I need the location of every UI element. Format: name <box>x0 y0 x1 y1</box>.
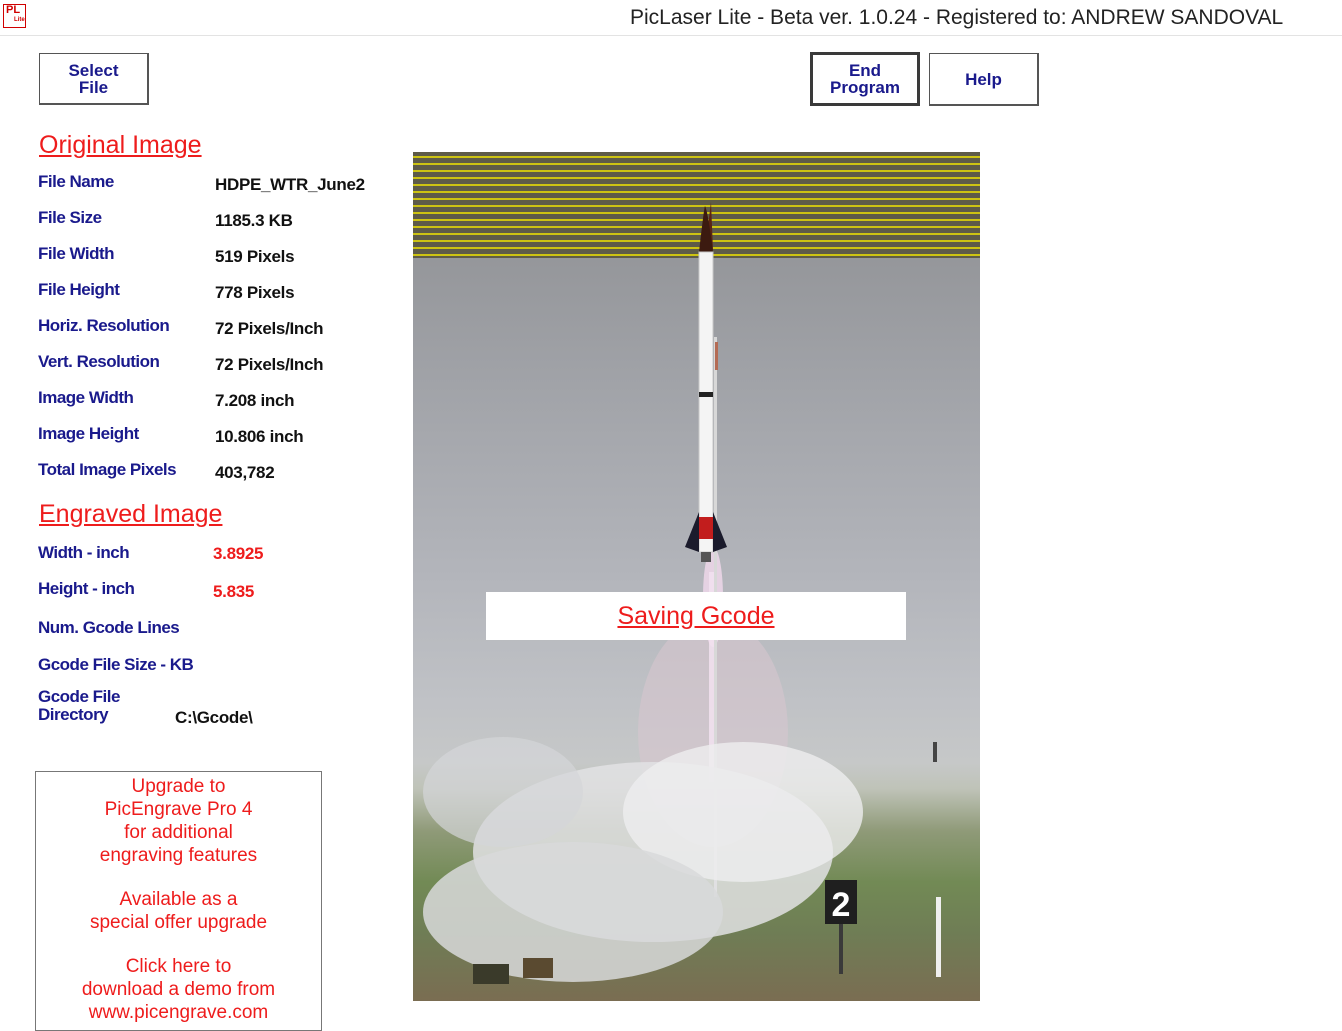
pad-number-sign-text: 2 <box>832 886 851 924</box>
image-preview: 2 <box>413 152 980 1001</box>
engraving-scan-lines <box>413 156 980 256</box>
file-name-value: HDPE_WTR_June2 <box>215 175 365 194</box>
horiz-resolution-value: 72 Pixels/Inch <box>215 319 324 338</box>
upgrade-text: Upgrade to PicEngrave Pro 4 for addition… <box>99 776 258 866</box>
gcode-lines-label: Num. Gcode Lines <box>38 618 180 637</box>
vert-resolution-label: Vert. Resolution <box>38 352 160 371</box>
end-program-button[interactable]: End Program <box>810 52 920 106</box>
saving-gcode-status: Saving Gcode <box>486 592 906 640</box>
file-width-value: 519 Pixels <box>215 247 295 266</box>
app-icon-text: PL <box>6 4 21 16</box>
file-size-label: File Size <box>38 208 102 227</box>
gcode-directory-label-line2: Directory <box>38 705 109 724</box>
scan-area <box>413 152 980 258</box>
special-offer-text: Available as a special offer upgrade <box>89 889 268 933</box>
engraved-width-label: Width - inch <box>38 543 130 562</box>
gcode-directory-value: C:\Gcode\ <box>175 708 253 727</box>
app-icon-subtext: Lite <box>14 17 25 23</box>
total-pixels-label: Total Image Pixels <box>38 460 177 479</box>
help-button[interactable]: Help <box>929 53 1039 106</box>
vert-resolution-value: 72 Pixels/Inch <box>215 355 324 374</box>
title-bar: PL Lite PicLaser Lite - Beta ver. 1.0.24… <box>0 0 1342 36</box>
image-height-label: Image Height <box>38 424 139 443</box>
file-size-value: 1185.3 KB <box>215 211 293 230</box>
rocket-launch-photo: 2 <box>413 152 980 984</box>
upgrade-promo-box[interactable]: Upgrade to PicEngrave Pro 4 for addition… <box>35 771 322 1031</box>
window-title: PicLaser Lite - Beta ver. 1.0.24 - Regis… <box>630 6 1284 29</box>
original-image-heading: Original Image <box>39 131 202 159</box>
file-height-label: File Height <box>38 280 120 299</box>
image-height-value: 10.806 inch <box>215 427 304 446</box>
gcode-directory-label-line1: Gcode File <box>38 687 120 706</box>
file-name-label: File Name <box>38 172 114 191</box>
engraved-width-value: 3.8925 <box>213 544 264 563</box>
horiz-resolution-label: Horiz. Resolution <box>38 316 170 335</box>
file-height-value: 778 Pixels <box>215 283 295 302</box>
engraved-height-value: 5.835 <box>213 582 255 601</box>
file-width-label: File Width <box>38 244 115 263</box>
total-pixels-value: 403,782 <box>215 463 275 482</box>
engraved-image-heading: Engraved Image <box>39 500 223 528</box>
app-icon[interactable]: PL Lite <box>3 4 26 28</box>
image-width-label: Image Width <box>38 388 134 407</box>
image-width-value: 7.208 inch <box>215 391 295 410</box>
select-file-button[interactable]: Select File <box>39 53 149 105</box>
gcode-file-size-label: Gcode File Size - KB <box>38 655 194 674</box>
engraved-height-label: Height - inch <box>38 579 135 598</box>
download-demo-link[interactable]: Click here to download a demo from www.p… <box>36 955 321 1024</box>
